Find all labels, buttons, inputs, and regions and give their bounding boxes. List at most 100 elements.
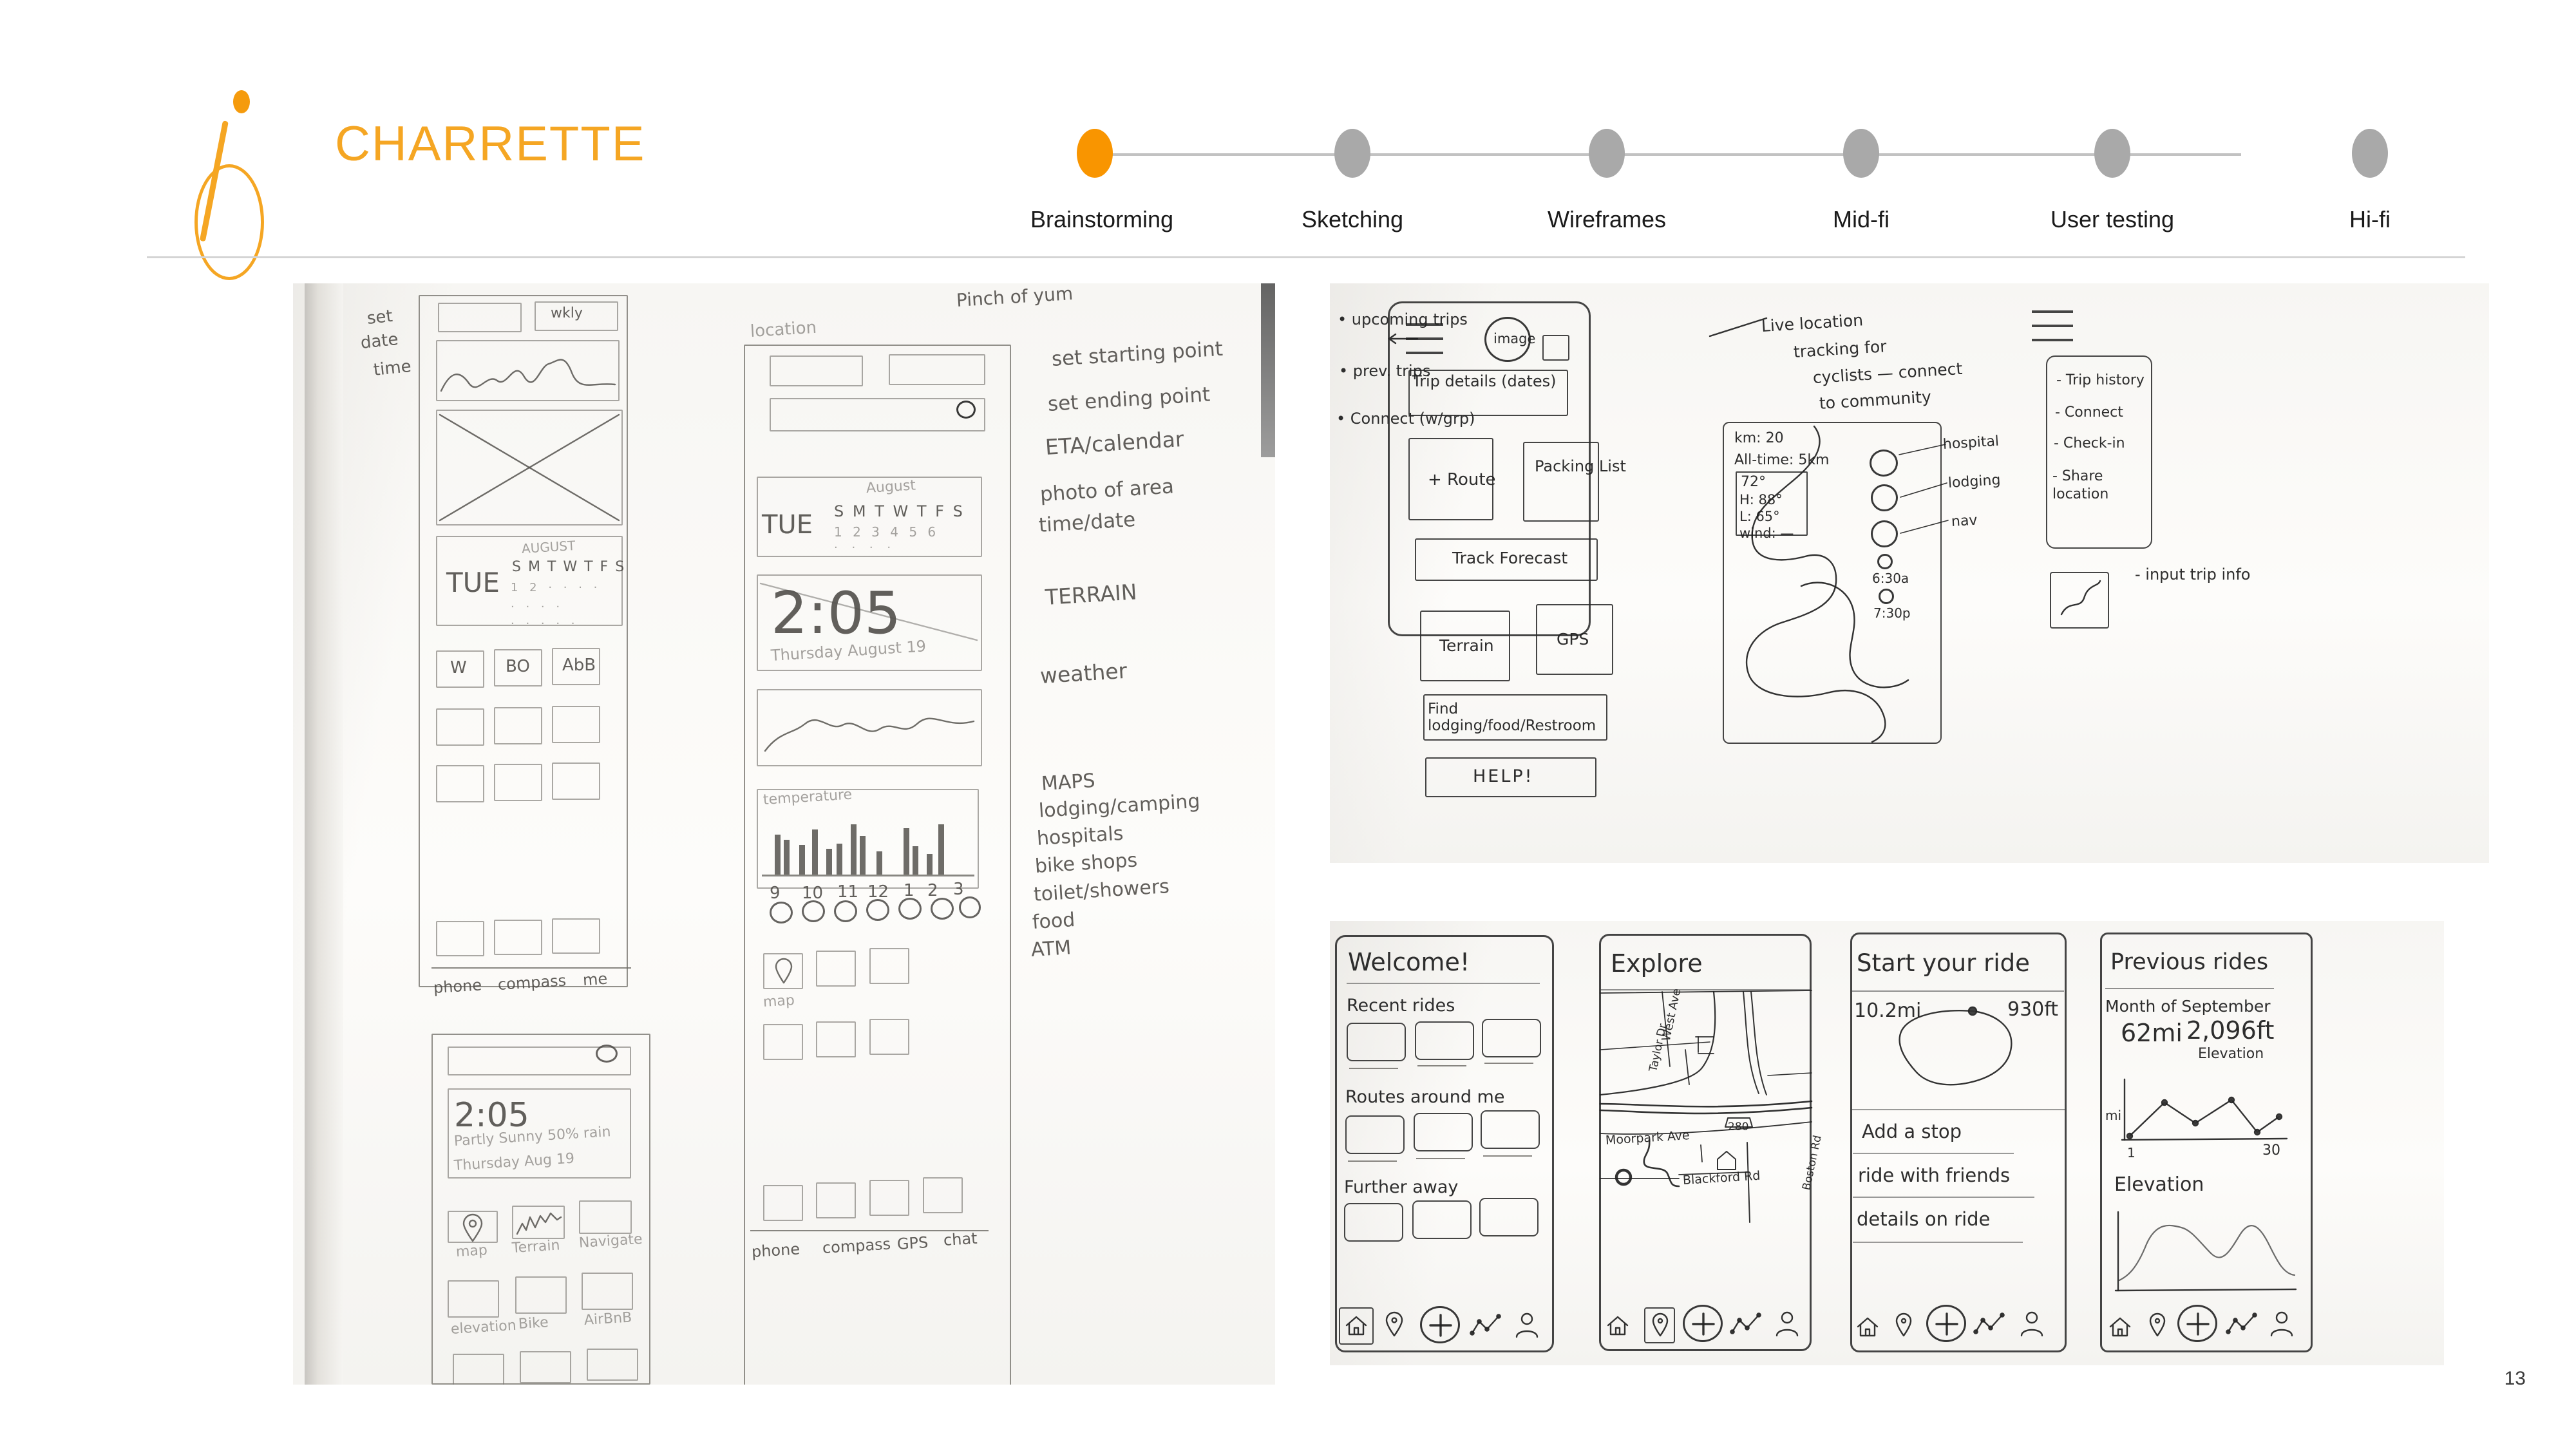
menu-item-ride-with-friends[interactable]: ride with friends <box>1858 1164 2010 1186</box>
screen-a-weekday-initials: S M T W T F S <box>512 559 626 575</box>
pin-label-nav: nav <box>1951 512 1978 530</box>
sketch-photo-wireframes: Welcome! Recent rides Routes around me F… <box>1330 921 2444 1365</box>
menu-item-checkin[interactable]: - Check-in <box>2054 435 2125 451</box>
home-icon[interactable] <box>2109 1316 2131 1337</box>
sketch-tabbar-tile <box>763 1185 803 1221</box>
map-thumbnail[interactable] <box>1542 335 1569 361</box>
route-card[interactable] <box>1344 1203 1403 1242</box>
route-card[interactable] <box>1345 1115 1405 1154</box>
sketch-tile-navigate <box>579 1200 632 1234</box>
slide-header: CHARRETTE Brainstorming Sketching Wirefr… <box>0 0 2576 280</box>
ride-card[interactable] <box>1482 1019 1541 1057</box>
temperature-bar <box>784 840 790 875</box>
menu-item-share-location[interactable]: - Share location <box>2052 468 2140 503</box>
tracker-dot-icon <box>2094 129 2130 178</box>
activity-chart-icon[interactable] <box>1730 1312 1761 1334</box>
tracker-step-hifi[interactable]: Hi-fi <box>2306 97 2434 233</box>
hamburger-line <box>2032 325 2073 327</box>
route-card[interactable] <box>1481 1110 1540 1149</box>
menu-item-connect[interactable]: - Connect <box>2055 404 2123 421</box>
tracker-step-sketching[interactable]: Sketching <box>1288 97 1417 233</box>
packing-list-button-label: Packing List <box>1535 457 1626 475</box>
temperature-bar <box>904 828 909 875</box>
activity-chart-icon[interactable] <box>1973 1312 2005 1334</box>
screen-a-tile-label: BO <box>506 657 530 676</box>
weather-condition-icon <box>959 896 981 918</box>
temperature-bar <box>927 854 933 875</box>
location-pin-icon[interactable] <box>1895 1312 1912 1337</box>
nav-pin-icon[interactable] <box>1871 520 1898 547</box>
packing-list-button[interactable] <box>1523 442 1599 522</box>
menu-item-trip-history[interactable]: - Trip history <box>2056 372 2145 388</box>
chart-tick-label: 3 <box>953 880 964 899</box>
feature-list-item: set ending point <box>1046 383 1211 416</box>
hamburger-icon[interactable] <box>2032 339 2073 341</box>
sketch-tabbar-tile <box>436 921 484 956</box>
feature-list-item: MAPS <box>1040 769 1096 795</box>
plus-icon <box>1935 1312 1958 1336</box>
tracker-step-label: Wireframes <box>1547 206 1666 232</box>
sketch-tile <box>453 1354 504 1385</box>
menu-divider <box>1853 1242 2023 1243</box>
card-caption-line <box>1484 1063 1533 1064</box>
feature-list-item: photo of area <box>1039 475 1175 506</box>
ride-card[interactable] <box>1415 1021 1474 1060</box>
feature-list-item: ETA/calendar <box>1044 426 1185 460</box>
person-icon[interactable] <box>2020 1311 2043 1337</box>
tracker-dot-icon <box>1589 129 1625 178</box>
weather-condition-icon <box>770 902 793 923</box>
card-caption-line <box>1348 1160 1397 1162</box>
sketch-searchbar <box>770 398 985 431</box>
location-pin-icon[interactable] <box>2149 1312 2166 1337</box>
card-caption-line <box>1483 1155 1532 1157</box>
sketch-mini-line-chart <box>764 717 975 752</box>
route-card[interactable] <box>1479 1198 1539 1236</box>
pin-leader-lines <box>1899 444 1949 534</box>
tracker-step-usertesting[interactable]: User testing <box>2048 97 2177 233</box>
hospital-pin-icon[interactable] <box>1870 450 1898 477</box>
route-card[interactable] <box>1414 1113 1473 1151</box>
annotation-line-3: cyclists — connect <box>1812 359 1964 387</box>
input-trip-info-note: - input trip info <box>2135 565 2251 583</box>
person-icon[interactable] <box>2270 1311 2293 1337</box>
person-icon[interactable] <box>1515 1312 1539 1338</box>
screen-b-weekday-initials: S M T W T F S <box>834 502 965 520</box>
annotation-line-2: tracking for <box>1793 337 1888 361</box>
tracker-step-brainstorming[interactable]: Brainstorming <box>1030 97 1173 233</box>
ride-card[interactable] <box>1347 1023 1406 1061</box>
previous-rides-subtitle: Month of September <box>2105 997 2271 1016</box>
elevation-section-label: Elevation <box>2114 1173 2204 1196</box>
screen-c-tile-label-airbnb: AirBnB <box>583 1309 632 1329</box>
sketch-tabbar-tile <box>552 918 600 954</box>
sketch-field <box>438 303 522 332</box>
activity-chart-icon[interactable] <box>2226 1312 2257 1334</box>
activity-chart-icon[interactable] <box>1470 1314 1501 1336</box>
weather-condition-icon <box>834 900 857 922</box>
screen-b-section-label: location <box>750 317 817 341</box>
lodging-pin-icon[interactable] <box>1871 484 1898 511</box>
sketch-tabbar-tile <box>816 1182 856 1218</box>
menu-item-details-on-ride[interactable]: details on ride <box>1857 1208 1990 1230</box>
chart-tick-label: 2 <box>927 881 938 900</box>
page-title: CHARRETTE <box>335 117 646 171</box>
sketch-tile <box>494 707 542 744</box>
screen-b-calendar-day: TUE <box>762 510 813 540</box>
home-icon <box>1345 1316 1367 1336</box>
tracker-step-wireframes[interactable]: Wireframes <box>1542 97 1671 233</box>
section-divider <box>1852 1109 2065 1110</box>
track-forecast-label: Track Forecast <box>1452 549 1568 567</box>
hamburger-icon[interactable] <box>1406 352 1443 354</box>
menu-item-add-stop[interactable]: Add a stop <box>1862 1121 1962 1142</box>
tracker-step-midfi[interactable]: Mid-fi <box>1797 97 1926 233</box>
person-icon[interactable] <box>1776 1311 1799 1337</box>
sketch-tile-bike <box>515 1276 567 1314</box>
location-pin-icon[interactable] <box>1385 1311 1403 1337</box>
sketch-tile <box>869 1019 909 1055</box>
home-icon[interactable] <box>1857 1316 1879 1337</box>
screen-a-calendar-month: AUGUST <box>521 537 576 556</box>
route-card[interactable] <box>1412 1200 1472 1239</box>
temperature-bar <box>826 849 832 875</box>
sketch-tile <box>436 708 484 746</box>
home-icon[interactable] <box>1607 1315 1629 1336</box>
calendar-week-row: · · · · · <box>511 617 579 630</box>
